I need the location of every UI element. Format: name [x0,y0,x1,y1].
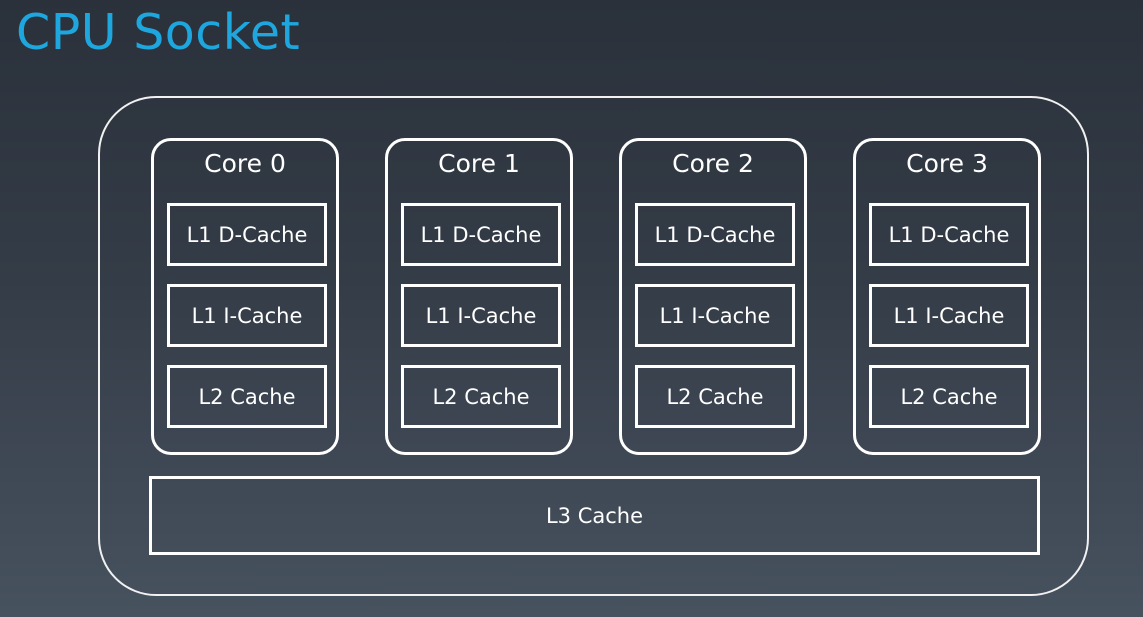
l1-i-cache: L1 I-Cache [869,284,1029,347]
l3-cache: L3 Cache [149,476,1040,555]
core-1: Core 1 L1 D-Cache L1 I-Cache L2 Cache [385,138,573,455]
core-label: Core 2 [672,149,754,178]
l1-d-cache: L1 D-Cache [635,203,795,266]
l2-cache: L2 Cache [167,365,327,428]
l2-cache: L2 Cache [635,365,795,428]
core-label: Core 1 [438,149,520,178]
core-label: Core 0 [204,149,286,178]
l1-i-cache: L1 I-Cache [401,284,561,347]
core-3: Core 3 L1 D-Cache L1 I-Cache L2 Cache [853,138,1041,455]
diagram-title: CPU Socket [16,4,301,61]
core-label: Core 3 [906,149,988,178]
l1-d-cache: L1 D-Cache [401,203,561,266]
l2-cache: L2 Cache [869,365,1029,428]
core-2: Core 2 L1 D-Cache L1 I-Cache L2 Cache [619,138,807,455]
core-0: Core 0 L1 D-Cache L1 I-Cache L2 Cache [151,138,339,455]
l1-i-cache: L1 I-Cache [167,284,327,347]
l1-d-cache: L1 D-Cache [869,203,1029,266]
l1-i-cache: L1 I-Cache [635,284,795,347]
l1-d-cache: L1 D-Cache [167,203,327,266]
l2-cache: L2 Cache [401,365,561,428]
